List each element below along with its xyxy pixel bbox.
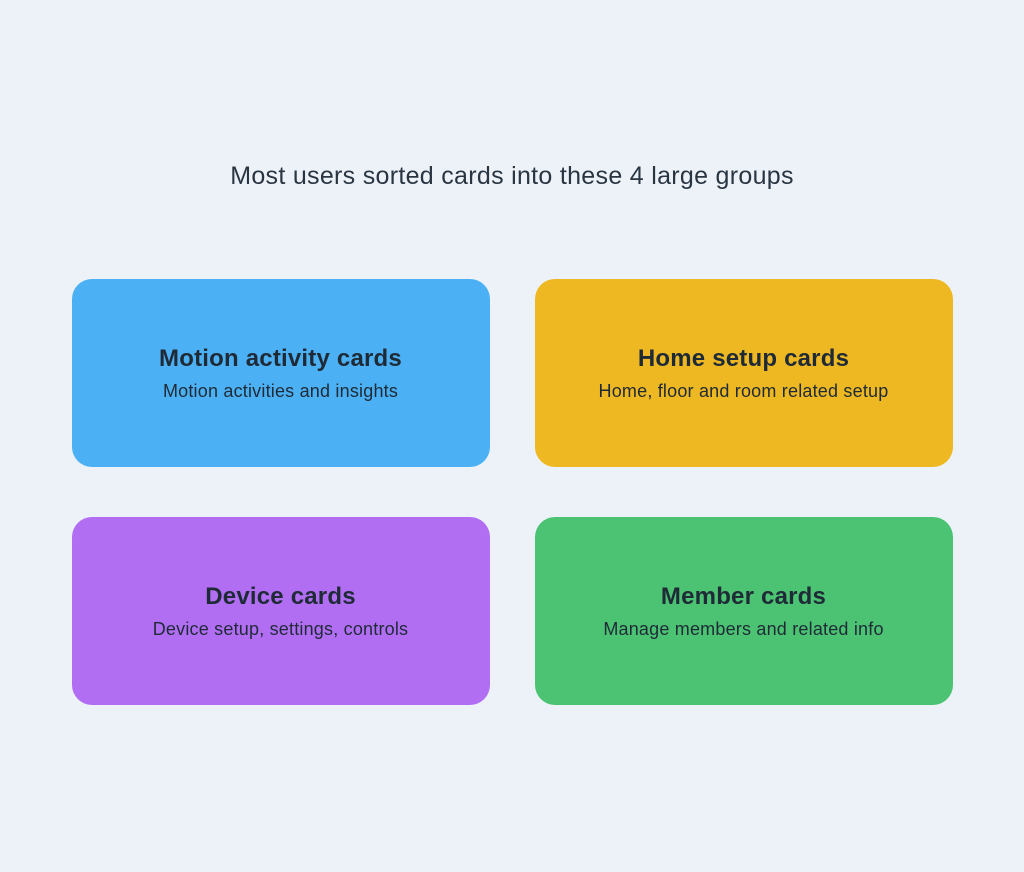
card-member: Member cards Manage members and related … [535,517,953,705]
card-description: Motion activities and insights [163,381,398,402]
diagram-heading: Most users sorted cards into these 4 lar… [230,162,794,191]
card-title: Device cards [205,583,356,611]
card-device: Device cards Device setup, settings, con… [72,517,490,705]
card-motion-activity: Motion activity cards Motion activities … [72,279,490,467]
card-grid: Motion activity cards Motion activities … [72,279,953,705]
card-description: Home, floor and room related setup [599,381,889,402]
card-home-setup: Home setup cards Home, floor and room re… [535,279,953,467]
card-title: Member cards [661,583,826,611]
diagram-container: Most users sorted cards into these 4 lar… [0,0,1024,872]
card-description: Manage members and related info [603,619,883,640]
card-title: Motion activity cards [159,345,402,373]
card-title: Home setup cards [638,345,849,373]
card-description: Device setup, settings, controls [153,619,409,640]
